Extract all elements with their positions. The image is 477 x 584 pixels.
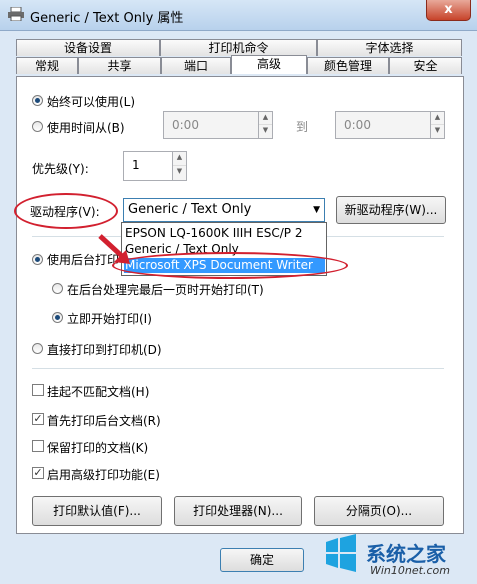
tab-sharing[interactable]: 共享 [78, 57, 161, 74]
use-spool-radio[interactable] [32, 254, 43, 265]
available-from-radio[interactable] [32, 121, 43, 132]
printer-icon [8, 6, 24, 22]
driver-label: 驱动程序(V): [30, 205, 100, 219]
enable-advanced-checkbox[interactable]: ✓ [32, 467, 44, 479]
start-immediately-label: 立即开始打印(I) [67, 312, 152, 326]
spin-down-icon[interactable]: ▼ [173, 166, 186, 180]
new-driver-button[interactable]: 新驱动程序(W)... [336, 196, 446, 224]
window-title: Generic / Text Only 属性 [30, 11, 184, 26]
start-after-last-page-label: 在后台处理完最后一页时开始打印(T) [67, 283, 264, 297]
tab-printer-commands[interactable]: 打印机命令 [160, 39, 317, 56]
chevron-down-icon: ▼ [313, 205, 320, 215]
driver-select[interactable]: Generic / Text Only ▼ [123, 198, 325, 222]
separator-page-button[interactable]: 分隔页(O)... [314, 496, 444, 526]
available-from-label: 使用时间从(B) [47, 121, 125, 135]
spin-down-icon[interactable]: ▼ [259, 125, 272, 138]
print-spooled-first-checkbox[interactable]: ✓ [32, 413, 44, 425]
separator [32, 368, 444, 369]
to-time-input[interactable]: 0:00 [335, 111, 431, 139]
to-time-spinner[interactable]: ▲ ▼ [430, 111, 445, 139]
ok-button[interactable]: 确定 [220, 548, 304, 572]
start-immediately-radio[interactable] [52, 312, 63, 323]
print-direct-radio[interactable] [32, 343, 43, 354]
always-available-radio[interactable] [32, 95, 43, 106]
always-available-label: 始终可以使用(L) [47, 95, 136, 109]
windows-logo-icon [326, 534, 356, 572]
tab-font-selection[interactable]: 字体选择 [317, 39, 462, 56]
watermark-brand: 系统之家 [366, 542, 446, 566]
keep-printed-checkbox[interactable] [32, 440, 44, 452]
enable-advanced-label: 启用高级打印功能(E) [47, 468, 160, 482]
print-processor-button[interactable]: 打印处理器(N)... [174, 496, 302, 526]
tab-color-management[interactable]: 颜色管理 [307, 57, 389, 74]
printing-defaults-button[interactable]: 打印默认值(F)... [32, 496, 162, 526]
title-bar: Generic / Text Only 属性 x [0, 0, 477, 31]
print-spooled-first-label: 首先打印后台文档(R) [47, 414, 161, 428]
selected-option-highlight [112, 252, 348, 279]
priority-spinner[interactable]: ▲ ▼ [172, 151, 187, 181]
watermark-url: Win10net.com [370, 564, 450, 577]
keep-printed-label: 保留打印的文档(K) [47, 441, 149, 455]
close-button[interactable]: x [426, 0, 471, 21]
driver-option[interactable]: EPSON LQ-1600K IIIH ESC/P 2 [125, 226, 302, 240]
spin-up-icon[interactable]: ▲ [173, 152, 186, 166]
start-after-last-page-radio[interactable] [52, 283, 63, 294]
spin-up-icon[interactable]: ▲ [431, 112, 444, 125]
tab-security[interactable]: 安全 [389, 57, 462, 74]
tab-general[interactable]: 常规 [16, 57, 78, 74]
hold-mismatched-checkbox[interactable] [32, 384, 44, 396]
priority-label: 优先级(Y): [32, 162, 89, 176]
priority-input[interactable]: 1 [123, 151, 173, 181]
tab-ports[interactable]: 端口 [161, 57, 231, 74]
tab-advanced[interactable]: 高级 [231, 55, 307, 74]
annotation-arrow-icon [98, 234, 130, 264]
from-time-spinner[interactable]: ▲ ▼ [258, 111, 273, 139]
tab-device-settings[interactable]: 设备设置 [16, 39, 160, 56]
hold-mismatched-label: 挂起不匹配文档(H) [47, 385, 150, 399]
spin-down-icon[interactable]: ▼ [431, 125, 444, 138]
to-label: 到 [296, 120, 309, 134]
from-time-input[interactable]: 0:00 [163, 111, 259, 139]
driver-select-value: Generic / Text Only [128, 202, 252, 217]
spin-up-icon[interactable]: ▲ [259, 112, 272, 125]
print-direct-label: 直接打印到打印机(D) [47, 343, 162, 357]
